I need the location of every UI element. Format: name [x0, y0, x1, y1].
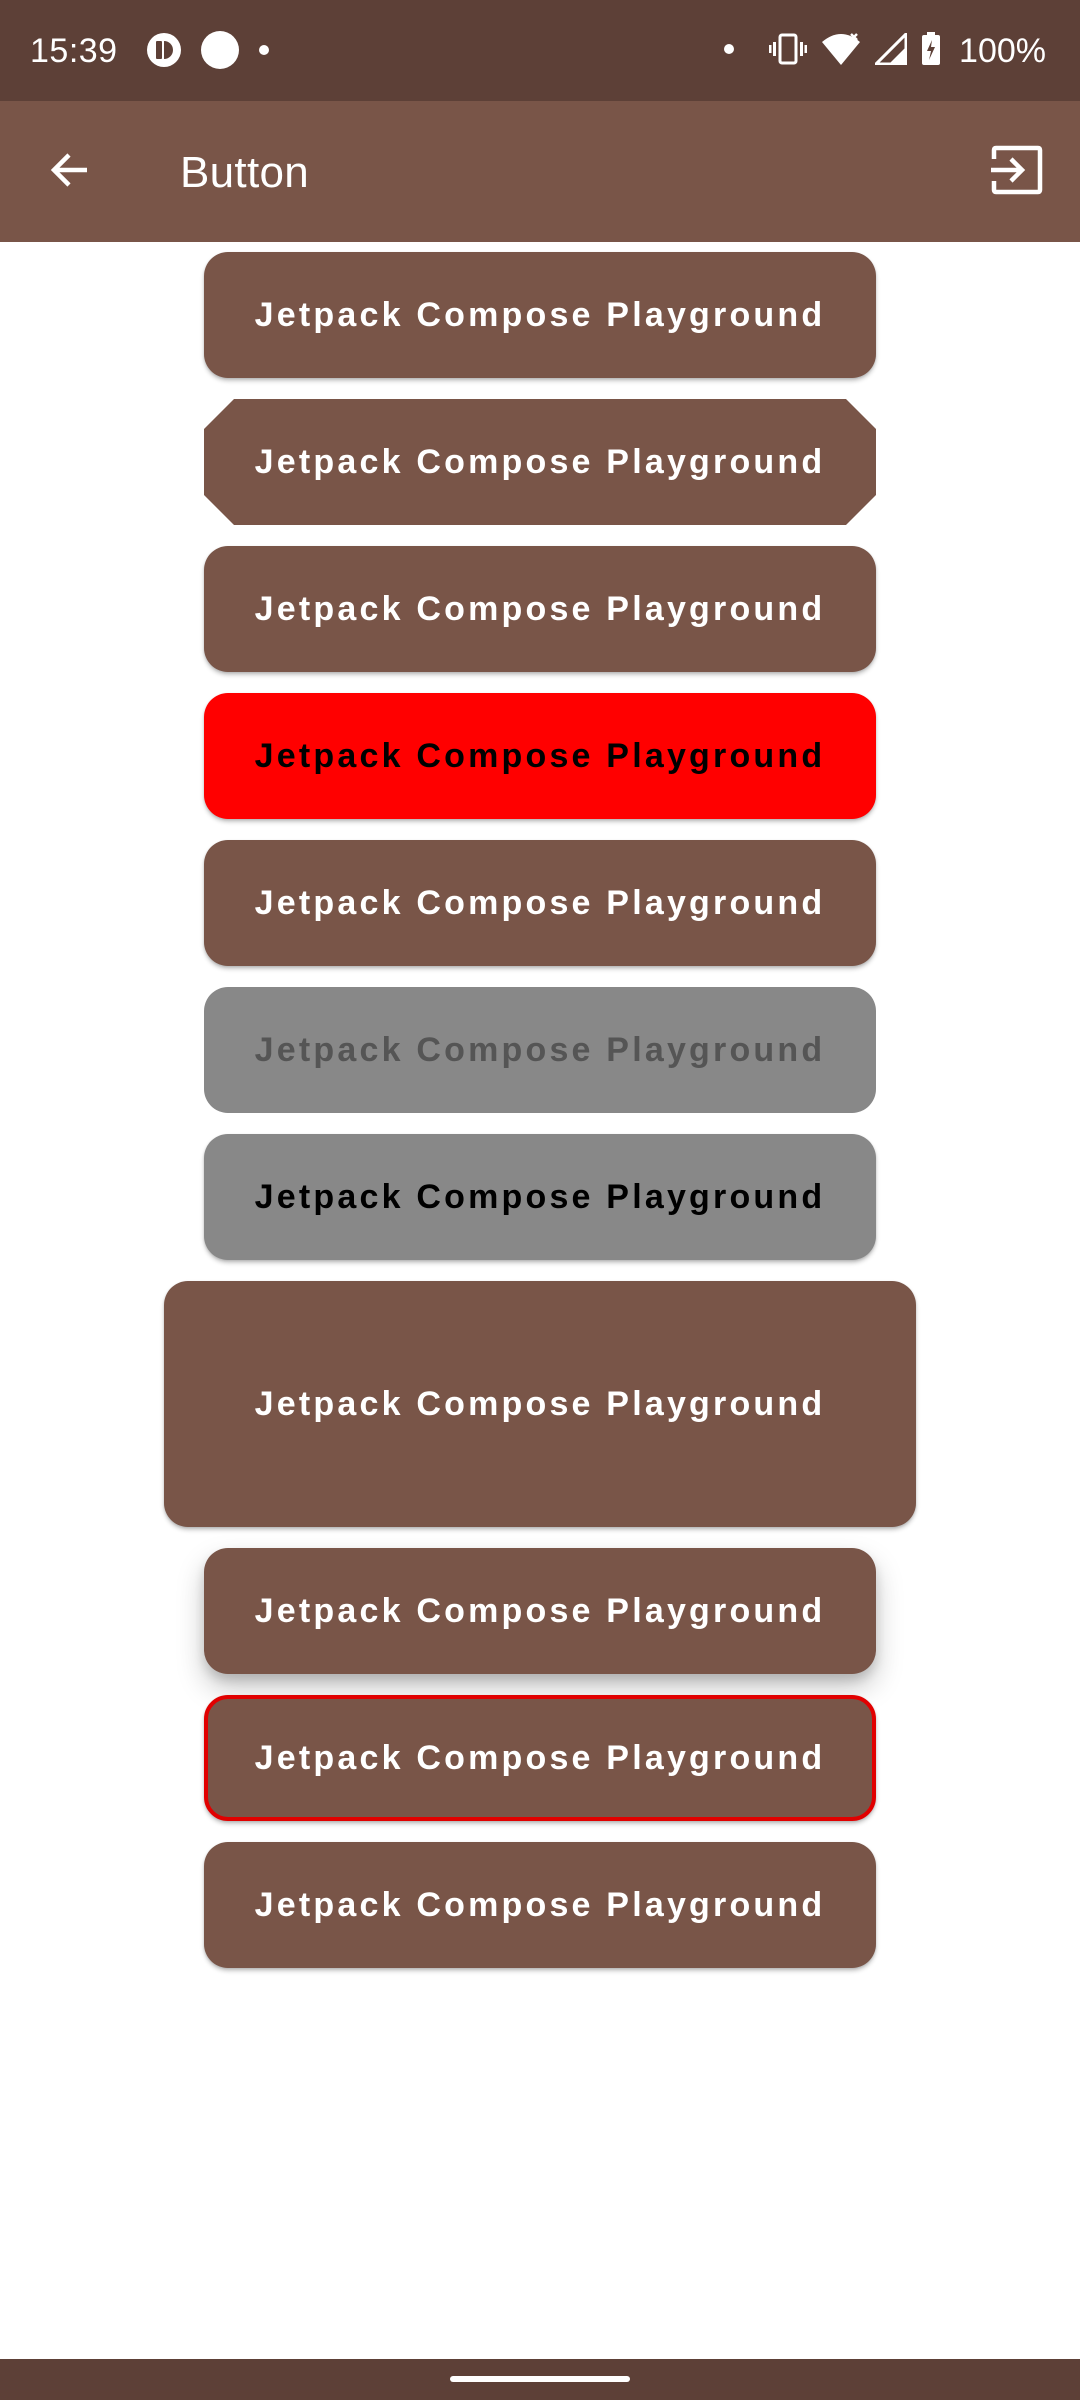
exit-button[interactable]: [982, 137, 1052, 207]
vibrate-icon: [769, 33, 808, 70]
circle-notification-icon: [200, 30, 240, 75]
arrow-back-icon: [47, 148, 91, 197]
wifi-icon: [821, 32, 861, 71]
app-notification-icon: [146, 32, 182, 73]
button-default-4[interactable]: Jetpack Compose Playground: [204, 1842, 876, 1968]
button-red-background[interactable]: Jetpack Compose Playground: [204, 693, 876, 819]
page-title: Button: [180, 148, 310, 197]
button-cut-corner[interactable]: Jetpack Compose Playground: [204, 399, 876, 525]
button-default-3[interactable]: Jetpack Compose Playground: [204, 840, 876, 966]
button-red-border[interactable]: Jetpack Compose Playground: [204, 1695, 876, 1821]
top-app-bar: Button: [0, 101, 1080, 242]
dot-icon: [723, 42, 735, 60]
button-high-elevation[interactable]: Jetpack Compose Playground: [204, 1548, 876, 1674]
button-default-2[interactable]: Jetpack Compose Playground: [204, 546, 876, 672]
battery-percentage: 100%: [959, 32, 1046, 70]
dot-icon: [258, 43, 270, 61]
navigation-bar: [0, 2359, 1080, 2400]
home-gesture-handle[interactable]: [450, 2376, 630, 2382]
back-button[interactable]: [34, 137, 104, 207]
button-gray-background[interactable]: Jetpack Compose Playground: [204, 1134, 876, 1260]
button-disabled: Jetpack Compose Playground: [204, 987, 876, 1113]
signal-icon: [874, 32, 908, 70]
exit-to-app-icon: [991, 145, 1043, 200]
status-system-icons: 100%: [723, 28, 1046, 74]
status-notification-icons: [146, 30, 270, 74]
status-bar: 15:39 100%: [0, 0, 1080, 101]
battery-charging-icon: [921, 31, 941, 71]
button-large-padding[interactable]: Jetpack Compose Playground: [164, 1281, 916, 1527]
button-default[interactable]: Jetpack Compose Playground: [204, 252, 876, 378]
status-time: 15:39: [30, 32, 118, 70]
